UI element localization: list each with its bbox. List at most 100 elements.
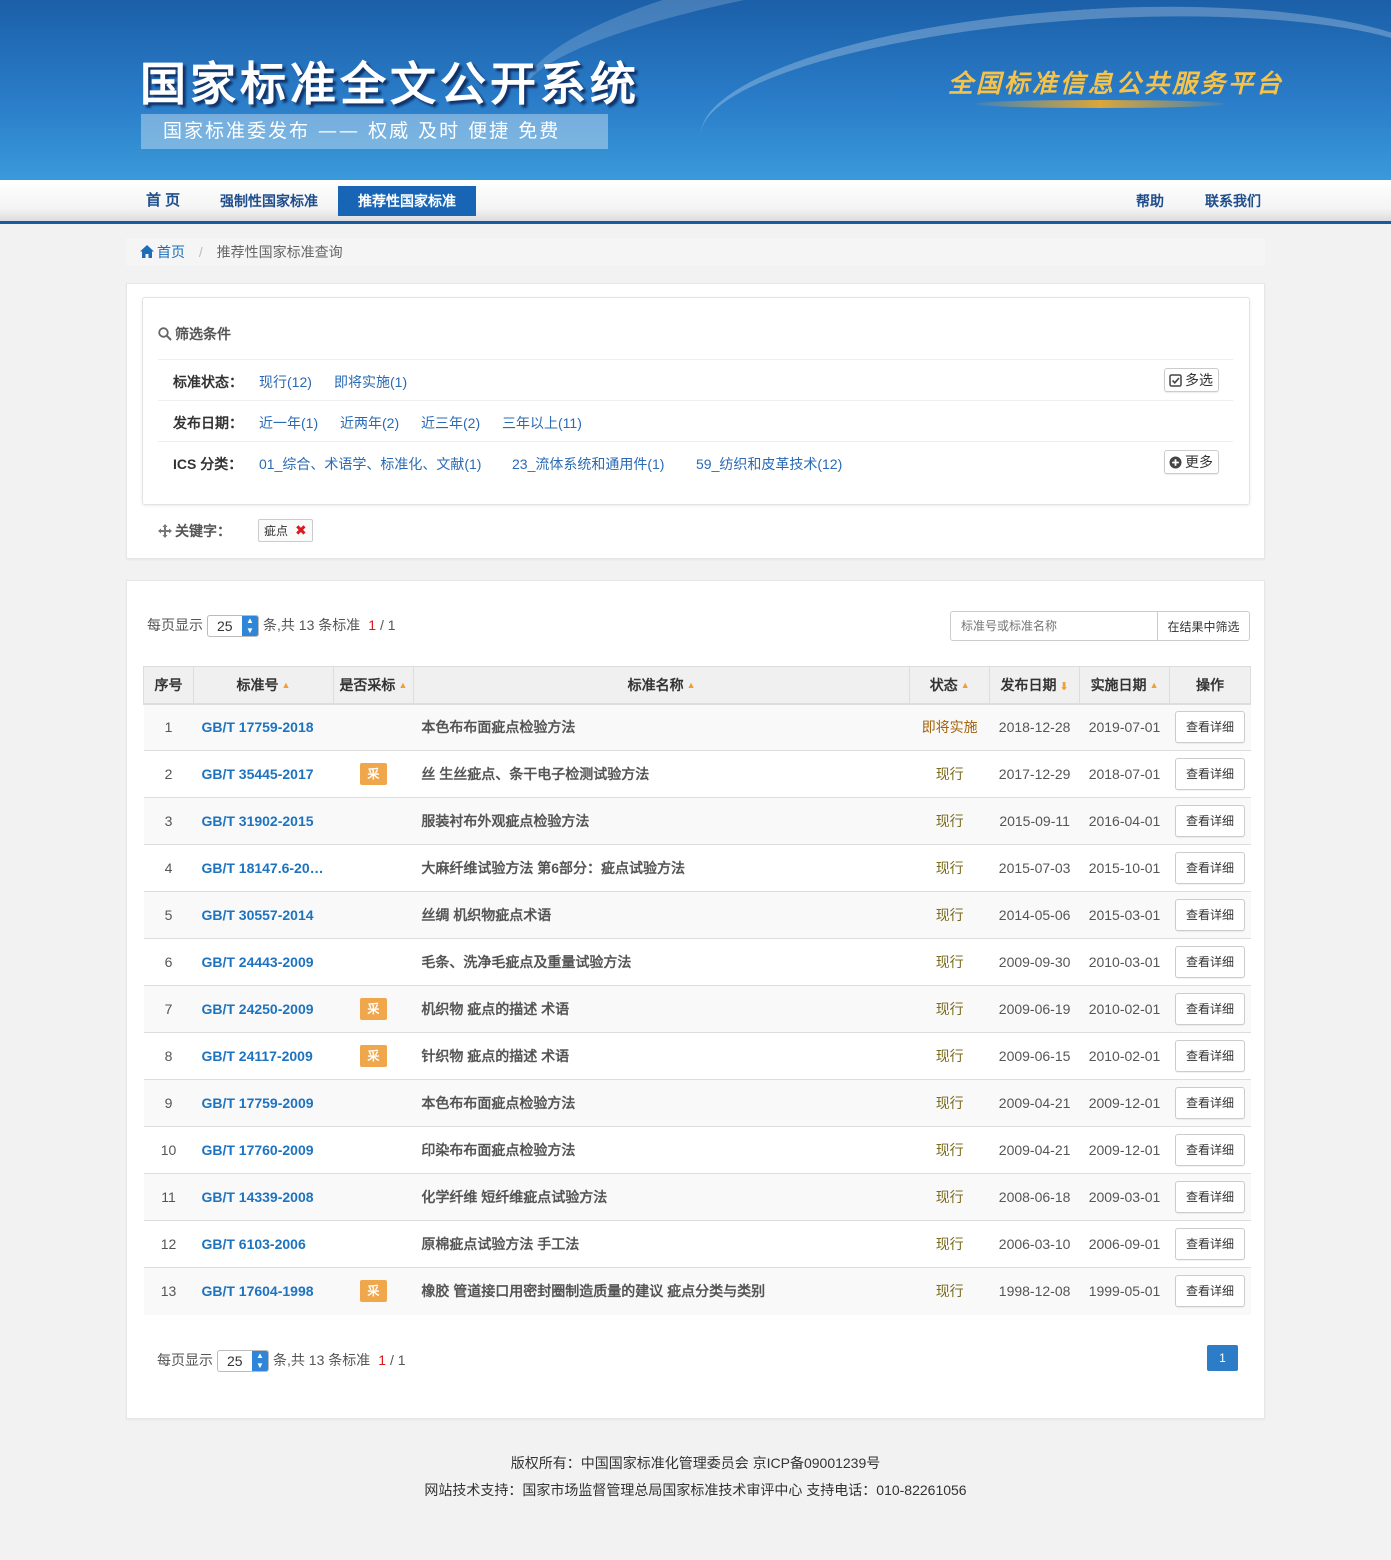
nav-help[interactable]: 帮助	[1128, 186, 1172, 216]
nav-home[interactable]: 首 页	[138, 186, 188, 216]
view-details-button[interactable]: 查看详细	[1174, 993, 1245, 1025]
move-icon	[158, 524, 172, 538]
filter-date-option[interactable]: 近三年(2)	[421, 413, 480, 433]
standard-name: 大麻纤维试验方法 第6部分：疵点试验方法	[413, 844, 910, 892]
table-row: 12 GB/T 6103-2006 原棉疵点试验方法 手工法 现行 2006-03-10…	[143, 1220, 1251, 1268]
row-index: 8	[143, 1032, 194, 1080]
standard-code-link[interactable]: GB/T 24250-2009	[193, 985, 334, 1033]
table-row: 11 GB/T 14339-2008 化学纤维 短纤维疵点试验方法 现行 2008-06…	[143, 1173, 1251, 1221]
standard-name: 印染布布面疵点检验方法	[413, 1126, 910, 1174]
multi-select-label: 多选	[1185, 372, 1213, 388]
row-index: 1	[143, 703, 194, 751]
implement-date: 2009-03-01	[1079, 1173, 1170, 1221]
adopted-cell	[333, 1126, 414, 1174]
col-impl-date[interactable]: 实施日期 ▲	[1079, 666, 1170, 705]
standard-code-link[interactable]: GB/T 24117-2009	[193, 1032, 334, 1080]
filter-box: 筛选条件 标准状态： 现行(12) 即将实施(1) 多选 发布日期： 近一年(1…	[142, 297, 1250, 505]
operation-cell: 查看详细	[1169, 750, 1251, 798]
filter-date-option[interactable]: 近两年(2)	[340, 413, 399, 433]
col-adopted[interactable]: 是否采标 ▲	[332, 666, 414, 705]
view-details-button[interactable]: 查看详细	[1174, 711, 1245, 744]
filter-ics-option[interactable]: 01_综合、术语学、标准化、文献(1)	[259, 454, 481, 474]
standard-code-link[interactable]: GB/T 24443-2009	[193, 938, 334, 986]
publish-date: 2009-06-15	[989, 1032, 1080, 1080]
row-index: 2	[143, 750, 194, 798]
adopted-cell	[333, 844, 414, 892]
publish-date: 2009-04-21	[989, 1126, 1080, 1174]
row-index: 7	[143, 985, 194, 1033]
filter-ics-option[interactable]: 59_纺织和皮革技术(12)	[696, 454, 842, 474]
standard-code-link[interactable]: GB/T 18147.6-20…	[193, 844, 334, 892]
implement-date: 2018-07-01	[1079, 750, 1170, 798]
view-details-button[interactable]: 查看详细	[1174, 1087, 1245, 1119]
table-row: 5 GB/T 30557-2014 丝绸 机织物疵点术语 现行 2014-05-06 20…	[143, 891, 1251, 939]
page-size-select[interactable]: 25 ▲ ▼	[217, 1350, 269, 1373]
total-pages: / 1	[379, 617, 396, 633]
view-details-button[interactable]: 查看详细	[1174, 1181, 1245, 1213]
standard-code-link[interactable]: GB/T 17759-2009	[193, 1079, 334, 1127]
remove-keyword-icon[interactable]: ✖	[295, 522, 307, 538]
col-status[interactable]: 状态 ▲	[909, 666, 991, 705]
operation-cell: 查看详细	[1169, 1079, 1251, 1127]
operation-cell: 查看详细	[1169, 985, 1251, 1033]
col-code[interactable]: 标准号 ▲	[192, 666, 334, 705]
publish-date: 2009-04-21	[989, 1079, 1080, 1127]
breadcrumb-home[interactable]: 首页	[140, 244, 189, 260]
table-row: 2 GB/T 35445-2017 采 丝 生丝疵点、条干电子检测试验方法 现行 2017…	[143, 750, 1251, 798]
standard-code-link[interactable]: GB/T 31902-2015	[193, 797, 334, 845]
filter-ics-option[interactable]: 23_流体系统和通用件(1)	[512, 454, 664, 474]
standard-name: 服装衬布外观疵点检验方法	[413, 797, 910, 845]
adopted-cell	[333, 1173, 414, 1221]
pagination-page-1[interactable]: 1	[1207, 1345, 1238, 1371]
filter-status-option[interactable]: 即将实施(1)	[334, 372, 407, 392]
adopted-cell: 采	[333, 985, 414, 1033]
view-details-button[interactable]: 查看详细	[1174, 1040, 1245, 1072]
multi-select-button[interactable]: 多选	[1164, 368, 1219, 392]
view-details-button[interactable]: 查看详细	[1174, 758, 1245, 790]
status-text: 现行	[909, 844, 990, 892]
more-button[interactable]: 更多	[1164, 450, 1219, 474]
site-subtitle: 国家标准委发布 —— 权威 及时 便捷 免费	[141, 114, 608, 149]
nav-mandatory-standards[interactable]: 强制性国家标准	[212, 186, 326, 216]
bottom-pager: 每页显示 25 ▲ ▼ 条,共 13 条标准 1 / 1	[157, 1348, 406, 1373]
view-details-button[interactable]: 查看详细	[1174, 805, 1245, 837]
filter-status-option[interactable]: 现行(12)	[259, 372, 312, 392]
col-name[interactable]: 标准名称 ▲	[412, 666, 911, 705]
nav-recommended-standards[interactable]: 推荐性国家标准	[338, 186, 476, 216]
view-details-button[interactable]: 查看详细	[1174, 1275, 1245, 1308]
table-row: 8 GB/T 24117-2009 采 针织物 疵点的描述 术语 现行 2009-06-1…	[143, 1032, 1251, 1080]
view-details-button[interactable]: 查看详细	[1174, 1134, 1245, 1166]
standard-code-link[interactable]: GB/T 30557-2014	[193, 891, 334, 939]
status-text: 现行	[909, 938, 990, 986]
standard-code-link[interactable]: GB/T 17760-2009	[193, 1126, 334, 1174]
view-details-button[interactable]: 查看详细	[1174, 1228, 1245, 1260]
col-pub-label: 发布日期	[1000, 676, 1057, 693]
adopted-cell	[333, 938, 414, 986]
standard-code-link[interactable]: GB/T 17604-1998	[193, 1267, 334, 1315]
filter-date-option[interactable]: 三年以上(11)	[502, 413, 582, 433]
filter-date-option[interactable]: 近一年(1)	[259, 413, 318, 433]
result-search-input[interactable]	[950, 611, 1157, 641]
keyword-tag: 疵点 ✖	[258, 519, 313, 542]
table-row: 10 GB/T 17760-2009 印染布布面疵点检验方法 现行 2009-04-21…	[143, 1126, 1251, 1174]
slogan-underline	[975, 100, 1225, 108]
standard-code-link[interactable]: GB/T 14339-2008	[193, 1173, 334, 1221]
nav-contact[interactable]: 联系我们	[1197, 186, 1269, 216]
col-pub-date[interactable]: 发布日期 ⬇	[989, 666, 1081, 705]
standard-name: 本色布布面疵点检验方法	[413, 703, 910, 751]
implement-date: 2010-02-01	[1079, 1032, 1170, 1080]
implement-date: 2009-12-01	[1079, 1079, 1170, 1127]
filter-in-results-button[interactable]: 在结果中筛选	[1157, 611, 1250, 641]
publish-date: 2018-12-28	[989, 703, 1080, 751]
view-details-button[interactable]: 查看详细	[1174, 852, 1245, 884]
standard-code-link[interactable]: GB/T 17759-2018	[193, 703, 334, 751]
page-size-select[interactable]: 25 ▲ ▼	[207, 615, 259, 638]
standard-code-link[interactable]: GB/T 6103-2006	[193, 1220, 334, 1268]
view-details-button[interactable]: 查看详细	[1174, 946, 1245, 978]
sort-up-icon: ▲	[398, 679, 408, 690]
breadcrumb-separator: /	[198, 244, 203, 260]
view-details-button[interactable]: 查看详细	[1174, 899, 1245, 931]
implement-date: 2009-12-01	[1079, 1126, 1170, 1174]
standard-code-link[interactable]: GB/T 35445-2017	[193, 750, 334, 798]
standard-name: 毛条、洗净毛疵点及重量试验方法	[413, 938, 910, 986]
